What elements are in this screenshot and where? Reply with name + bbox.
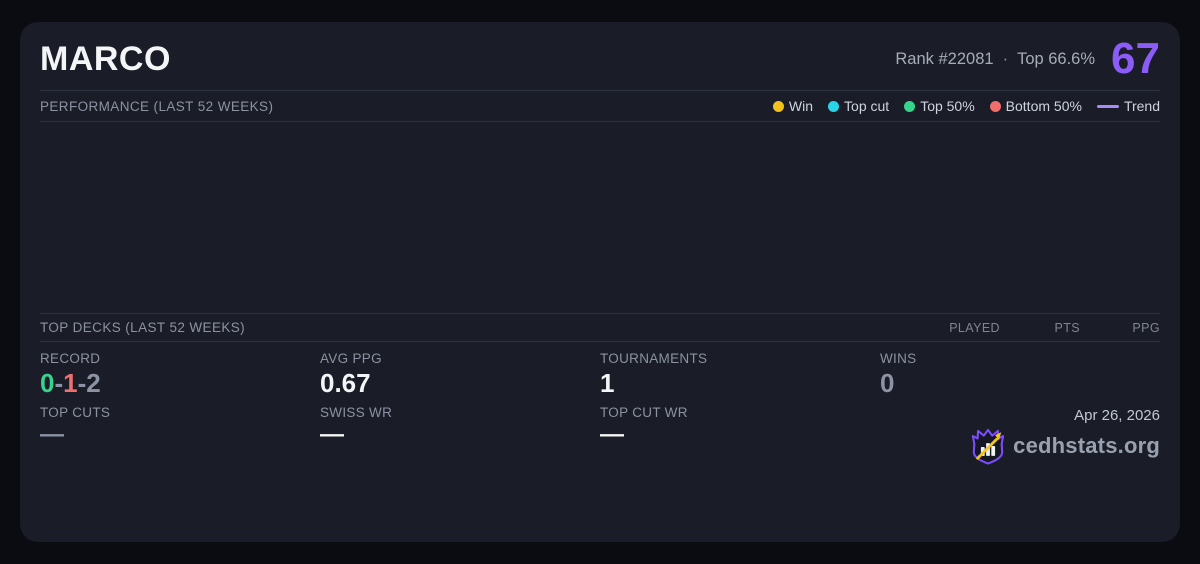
legend-item-top-cut: Top cut — [828, 98, 889, 114]
win-dot-icon — [773, 101, 784, 112]
player-stats-card: MARCO Rank #22081 · Top 66.6% 67 PERFORM… — [20, 22, 1180, 542]
bottom-50-dot-icon — [990, 101, 1001, 112]
column-header-pts: PTS — [1000, 321, 1080, 335]
legend-label: Trend — [1124, 98, 1160, 114]
top-cut-wr-value: — — [600, 423, 880, 447]
card-footer: Apr 26, 2026 cedhstats.org — [880, 405, 1160, 542]
top-percent-text: Top 66.6% — [1017, 50, 1095, 69]
player-name: MARCO — [40, 40, 171, 79]
stat-top-cuts: TOP CUTS — — [40, 405, 320, 542]
rank-meta: Rank #22081 · Top 66.6% — [895, 50, 1095, 69]
stat-label: AVG PPG — [320, 351, 600, 366]
record-losses: 1 — [63, 368, 77, 398]
legend-label: Bottom 50% — [1006, 98, 1082, 114]
record-draws: 2 — [86, 368, 100, 398]
legend-label: Top cut — [844, 98, 889, 114]
stat-record: RECORD 0-1-2 — [40, 351, 320, 405]
stat-tournaments: TOURNAMENTS 1 — [600, 351, 880, 405]
cedhstats-logo-icon — [971, 427, 1005, 465]
rank-text: Rank #22081 — [895, 50, 993, 69]
wins-value: 0 — [880, 369, 1160, 398]
column-header-played: PLAYED — [920, 321, 1000, 335]
legend-item-trend: Trend — [1097, 98, 1160, 114]
avg-ppg-value: 0.67 — [320, 369, 600, 398]
chart-legend: Win Top cut Top 50% Bottom 50% Trend — [773, 98, 1160, 114]
top-decks-header-row: TOP DECKS (LAST 52 WEEKS) PLAYED PTS PPG — [40, 314, 1160, 341]
record-separator: - — [78, 368, 87, 398]
column-header-ppg: PPG — [1080, 321, 1160, 335]
site-name[interactable]: cedhstats.org — [1013, 433, 1160, 459]
stat-label: TOURNAMENTS — [600, 351, 880, 366]
stat-wins: WINS 0 — [880, 351, 1160, 405]
stat-swiss-wr: SWISS WR — — [320, 405, 600, 542]
top-cut-dot-icon — [828, 101, 839, 112]
player-score: 67 — [1111, 37, 1160, 81]
performance-section-title: PERFORMANCE (LAST 52 WEEKS) — [40, 99, 273, 114]
top-decks-section-title: TOP DECKS (LAST 52 WEEKS) — [40, 320, 245, 335]
stats-grid: RECORD 0-1-2 AVG PPG 0.67 TOURNAMENTS 1 … — [40, 342, 1160, 542]
top-decks-columns: PLAYED PTS PPG — [920, 321, 1160, 335]
legend-item-win: Win — [773, 98, 813, 114]
trend-line-icon — [1097, 105, 1119, 108]
legend-label: Top 50% — [920, 98, 974, 114]
swiss-wr-value: — — [320, 423, 600, 447]
stat-label: SWISS WR — [320, 405, 600, 420]
top-50-dot-icon — [904, 101, 915, 112]
card-header: MARCO Rank #22081 · Top 66.6% 67 — [40, 22, 1160, 90]
legend-label: Win — [789, 98, 813, 114]
stat-top-cut-wr: TOP CUT WR — — [600, 405, 880, 542]
legend-item-bottom-50: Bottom 50% — [990, 98, 1082, 114]
dot-separator: · — [1003, 50, 1009, 69]
legend-item-top-50: Top 50% — [904, 98, 974, 114]
stat-label: TOP CUTS — [40, 405, 320, 420]
top-cuts-value: — — [40, 423, 320, 447]
stat-avg-ppg: AVG PPG 0.67 — [320, 351, 600, 405]
site-branding[interactable]: cedhstats.org — [971, 427, 1160, 465]
report-date: Apr 26, 2026 — [1074, 407, 1160, 424]
record-value: 0-1-2 — [40, 369, 320, 398]
header-right: Rank #22081 · Top 66.6% 67 — [895, 37, 1160, 81]
tournaments-value: 1 — [600, 369, 880, 398]
record-wins: 0 — [40, 368, 54, 398]
stat-label: WINS — [880, 351, 1160, 366]
performance-chart-area — [40, 122, 1160, 313]
record-separator: - — [54, 368, 63, 398]
stat-label: RECORD — [40, 351, 320, 366]
performance-header-row: PERFORMANCE (LAST 52 WEEKS) Win Top cut … — [40, 91, 1160, 121]
stat-label: TOP CUT WR — [600, 405, 880, 420]
